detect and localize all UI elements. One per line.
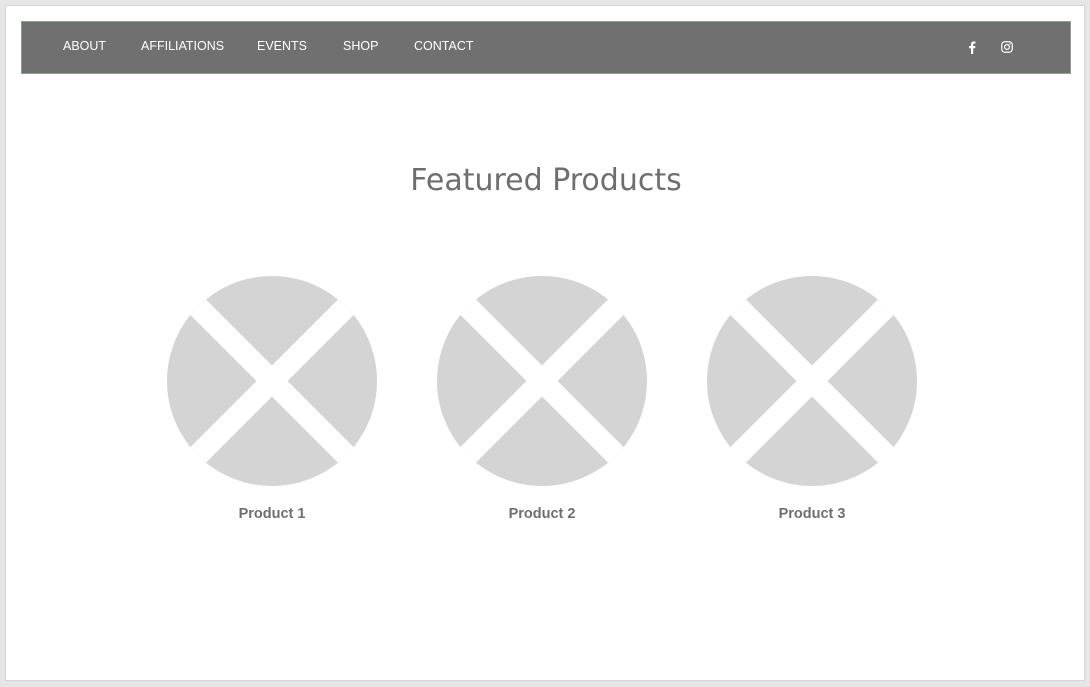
product-name[interactable]: Product 2 xyxy=(436,506,648,522)
nav-link-events[interactable]: EVENTS xyxy=(257,22,307,73)
nav-link-affiliations[interactable]: AFFILIATIONS xyxy=(141,22,224,73)
image-placeholder-icon xyxy=(167,276,377,486)
top-navigation-bar: ABOUT AFFILIATIONS EVENTS SHOP CONTACT xyxy=(21,21,1071,74)
facebook-icon[interactable] xyxy=(964,39,980,55)
nav-link-shop[interactable]: SHOP xyxy=(343,22,378,73)
product-name[interactable]: Product 3 xyxy=(706,506,918,522)
nav-link-about[interactable]: ABOUT xyxy=(63,22,106,73)
image-placeholder-icon xyxy=(437,276,647,486)
product-card-3[interactable]: Product 3 xyxy=(706,275,918,522)
nav-link-contact[interactable]: CONTACT xyxy=(414,22,474,73)
product-card-1[interactable]: Product 1 xyxy=(166,275,378,522)
instagram-icon[interactable] xyxy=(999,39,1015,55)
image-placeholder-icon xyxy=(707,276,917,486)
product-card-2[interactable]: Product 2 xyxy=(436,275,648,522)
product-name[interactable]: Product 1 xyxy=(166,506,378,522)
featured-products-heading: Featured Products xyxy=(410,163,682,198)
page-frame: ABOUT AFFILIATIONS EVENTS SHOP CONTACT F… xyxy=(5,5,1085,681)
